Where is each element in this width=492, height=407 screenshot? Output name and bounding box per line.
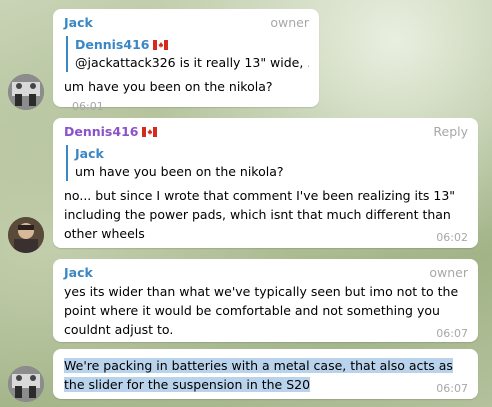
reply-quote[interactable]: Jack um have you been on the nikola? [66, 145, 468, 181]
sender-name[interactable]: Jack [64, 15, 93, 30]
message-time: 06:01 [72, 100, 104, 113]
avatar[interactable] [8, 366, 44, 402]
message-bubble[interactable]: Jack owner yes its wider than what we've… [53, 259, 478, 342]
message-text: um have you been on the nikola? [64, 79, 273, 94]
avatar[interactable] [8, 217, 44, 253]
quote-text: @jackattack326 is it really 13" wide, ..… [75, 55, 309, 70]
message-time: 06:07 [436, 327, 468, 340]
reply-button[interactable]: Reply [433, 124, 468, 139]
message-time: 06:02 [436, 231, 468, 244]
canada-flag-icon [153, 40, 169, 50]
message-text: yes its wider than what we've typically … [64, 284, 459, 337]
message-text: We're packing in batteries with a metal … [64, 358, 453, 392]
sender-name[interactable]: Jack [64, 265, 93, 280]
quote-text: um have you been on the nikola? [75, 164, 284, 179]
message-text: no... but since I wrote that comment I'v… [64, 188, 456, 241]
message-time: 06:07 [436, 382, 468, 395]
canada-flag-icon [142, 127, 158, 137]
reply-quote[interactable]: Dennis416 @jackattack326 is it really 13… [66, 36, 309, 72]
avatar[interactable] [8, 74, 44, 110]
sender-name[interactable]: Dennis416 [64, 124, 138, 139]
role-badge: owner [429, 265, 468, 280]
message-bubble[interactable]: Jack owner Dennis416 @jackattack326 is i… [53, 9, 319, 113]
quote-sender: Dennis416 [75, 37, 150, 52]
message-bubble[interactable]: Dennis416 Reply Jack um have you been on… [53, 118, 478, 248]
role-badge: owner [270, 15, 309, 30]
message-bubble[interactable]: We're packing in batteries with a metal … [53, 349, 478, 399]
quote-sender: Jack [75, 146, 104, 161]
